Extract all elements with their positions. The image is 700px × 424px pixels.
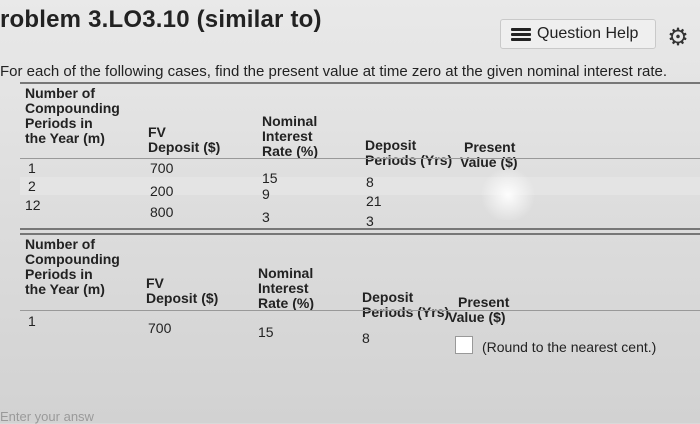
table1-row3-rate: 3 bbox=[262, 209, 270, 225]
table2-row1-fv: 700 bbox=[148, 320, 172, 336]
table1-row2-years: 21 bbox=[366, 193, 382, 209]
table2-row1-years: 8 bbox=[362, 330, 370, 346]
table1-header-pv: Present Value ($) bbox=[460, 139, 518, 170]
list-icon bbox=[511, 27, 531, 41]
table1-row1-fv: 700 bbox=[150, 160, 174, 176]
table2-header-rule bbox=[20, 310, 700, 311]
table1-row2-m: 2 bbox=[28, 178, 36, 194]
present-value-input[interactable] bbox=[455, 336, 473, 354]
table1-top-rule bbox=[20, 82, 700, 84]
table1-header-rule bbox=[20, 158, 700, 159]
table1-header-fv: FV Deposit ($) bbox=[148, 124, 221, 155]
screen-glare bbox=[478, 170, 538, 220]
question-help-label: Question Help bbox=[537, 25, 639, 42]
round-note: (Round to the nearest cent.) bbox=[482, 339, 657, 355]
table1-header-rate: Nominal Interest Rate (%) bbox=[262, 113, 319, 159]
table1-row1-m: 1 bbox=[28, 160, 36, 176]
problem-title: roblem 3.LO3.10 (similar to) bbox=[0, 6, 322, 33]
table2-top-rule bbox=[20, 233, 700, 235]
table2-header-fv: FV Deposit ($) bbox=[146, 275, 219, 306]
table1-row1-rate: 15 bbox=[262, 170, 278, 186]
table1-row3-fv: 800 bbox=[150, 204, 174, 220]
table2-row1-rate: 15 bbox=[258, 324, 274, 340]
problem-screen: roblem 3.LO3.10 (similar to) Question He… bbox=[0, 0, 700, 424]
table1-row2-rate: 9 bbox=[262, 186, 270, 202]
table2-header-periods: Deposit Periods (Yrs) bbox=[362, 289, 450, 320]
table1-row1-years: 8 bbox=[366, 174, 374, 190]
table1-row3-years: 3 bbox=[366, 213, 374, 229]
instruction-text: For each of the following cases, find th… bbox=[0, 63, 668, 80]
table2-header-rate: Nominal Interest Rate (%) bbox=[258, 265, 315, 311]
table1-bottom-rule bbox=[20, 228, 700, 230]
table1-row2-fv: 200 bbox=[150, 183, 174, 199]
question-help-button[interactable]: Question Help bbox=[500, 19, 656, 49]
table1-header-compounding: Number of Compounding Periods in the Yea… bbox=[25, 85, 120, 146]
table2-header-compounding: Number of Compounding Periods in the Yea… bbox=[25, 236, 120, 297]
table1-row3-m: 12 bbox=[25, 197, 41, 213]
footer-prompt: Enter your answ bbox=[0, 409, 94, 424]
table1-row-stripe bbox=[20, 177, 700, 195]
table1-header-periods: Deposit Periods (Yrs) bbox=[365, 137, 453, 168]
gear-icon[interactable]: ⚙ bbox=[666, 26, 690, 50]
table2-row1-m: 1 bbox=[28, 313, 36, 329]
